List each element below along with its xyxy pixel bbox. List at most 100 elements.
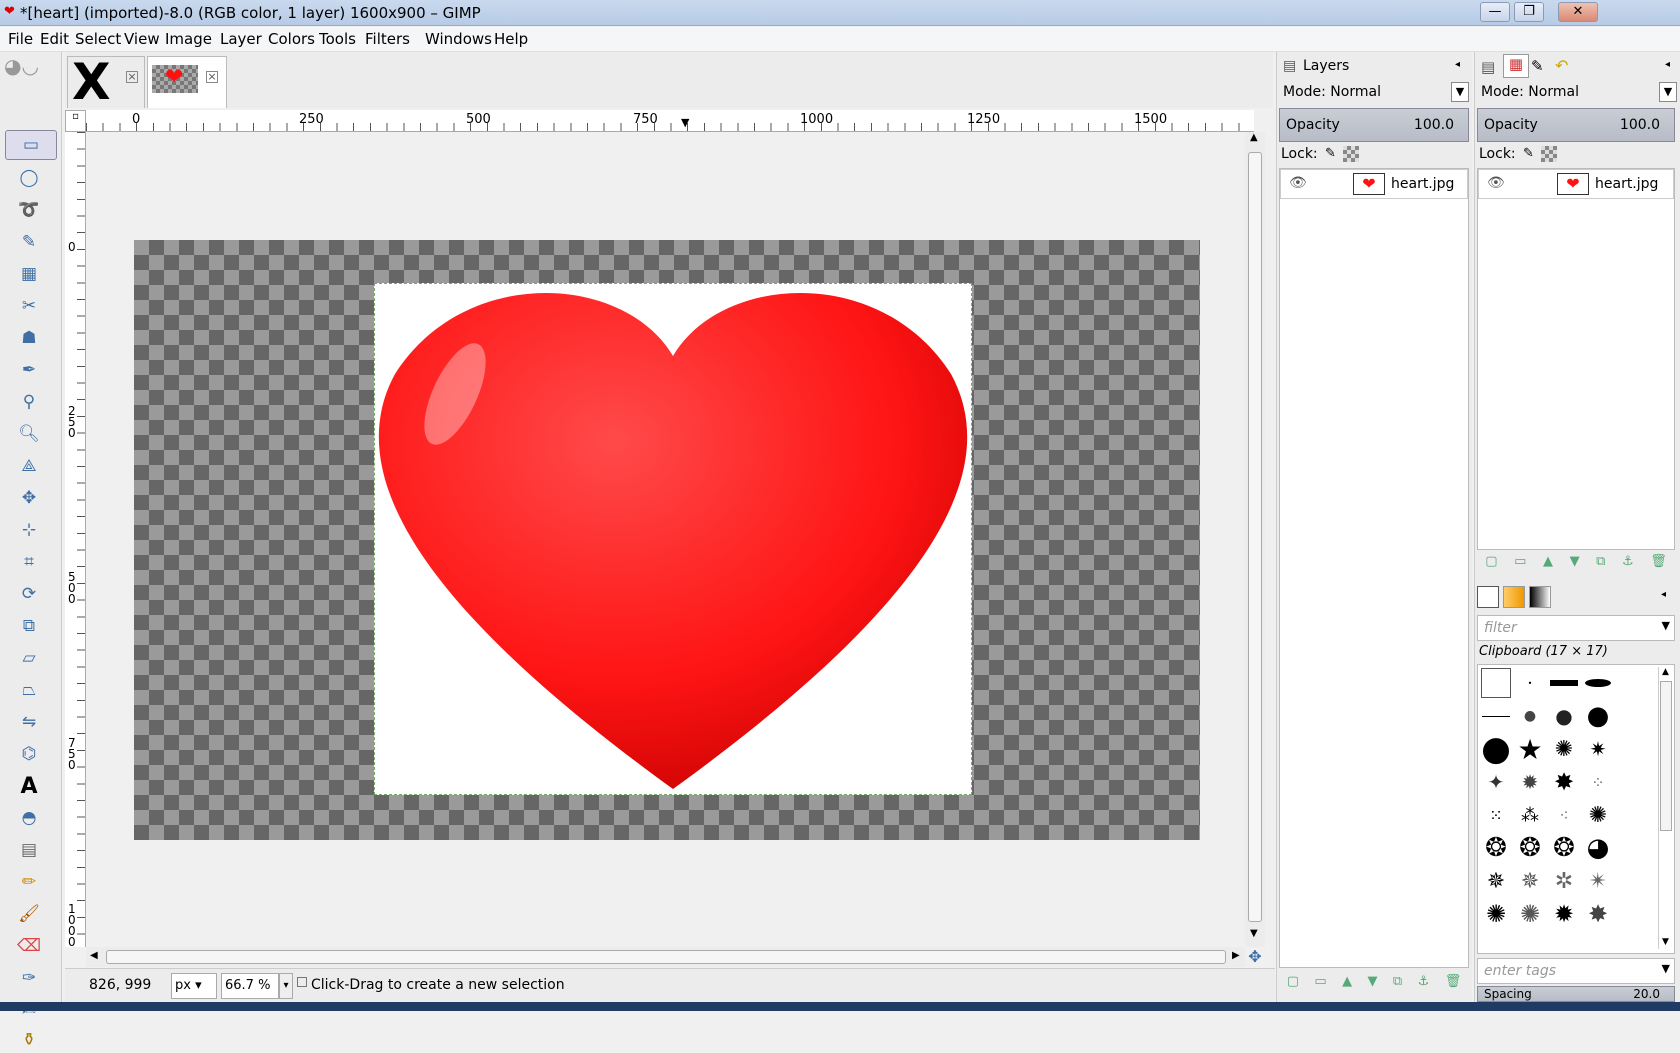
anchor-icon[interactable]: ⚓ bbox=[1418, 974, 1430, 998]
brush-texture[interactable]: ✺ bbox=[1582, 799, 1614, 831]
color-picker-icon[interactable]: ⚲ bbox=[16, 389, 42, 415]
brush-empty[interactable] bbox=[1616, 865, 1648, 897]
brush-grunge[interactable]: ✹ bbox=[1514, 766, 1546, 798]
ruler-corner-menu[interactable]: ▫ bbox=[65, 110, 86, 132]
menu-select[interactable]: Select bbox=[75, 30, 121, 48]
visibility-eye-icon[interactable]: 👁︎ bbox=[1487, 175, 1505, 191]
close-button[interactable]: ✕ bbox=[1558, 2, 1598, 22]
brush-empty[interactable] bbox=[1616, 766, 1648, 798]
brush-sponge[interactable]: ❂ bbox=[1480, 832, 1512, 864]
lock-pixels-icon[interactable]: ✎ bbox=[1325, 146, 1336, 161]
brush-grass[interactable]: ✲ bbox=[1548, 865, 1580, 897]
paths-icon[interactable]: ✒ bbox=[16, 357, 42, 383]
brush-grunge-2[interactable]: ✸ bbox=[1548, 766, 1580, 798]
fuzzy-select-icon[interactable]: ✎ bbox=[16, 229, 42, 255]
brush-filter-input[interactable]: filter ▼ bbox=[1477, 615, 1675, 641]
close-tab-icon[interactable]: × bbox=[126, 71, 138, 83]
brush-scatter-2[interactable]: ⁂ bbox=[1514, 799, 1546, 831]
scroll-down-icon[interactable]: ▼ bbox=[1250, 928, 1258, 939]
foreground-select-icon[interactable]: ☗ bbox=[16, 325, 42, 351]
delete-layer-icon[interactable]: 🗑︎ bbox=[1445, 974, 1462, 998]
brush-scroll-thumb[interactable] bbox=[1660, 681, 1672, 831]
brush-scatter[interactable]: ⁙ bbox=[1480, 799, 1512, 831]
panel-menu-icon[interactable]: ◂ bbox=[1665, 59, 1670, 70]
eraser-icon[interactable]: ⌫ bbox=[16, 933, 42, 959]
close-tab-icon[interactable]: × bbox=[206, 71, 218, 83]
zoom-icon[interactable]: 🔍︎ bbox=[16, 421, 42, 447]
patterns-tab-icon[interactable] bbox=[1503, 586, 1525, 608]
layers-mode-select[interactable]: Mode: Normal ▼ bbox=[1277, 80, 1471, 106]
perspective-icon[interactable]: ⏢ bbox=[16, 677, 42, 703]
mode-dropdown-icon[interactable]: ▼ bbox=[1659, 82, 1677, 102]
visibility-eye-icon[interactable]: 👁︎ bbox=[1289, 175, 1307, 191]
brush-empty[interactable] bbox=[1616, 733, 1648, 765]
menu-file[interactable]: File bbox=[8, 30, 33, 48]
brush-spacing-slider[interactable]: Spacing 20.0 bbox=[1477, 986, 1675, 1002]
duplicate-layer-icon[interactable]: ⧉ bbox=[1596, 554, 1605, 576]
new-group-icon[interactable]: ▭ bbox=[1514, 554, 1526, 576]
horizontal-scrollbar[interactable]: ◀ ▶ bbox=[86, 947, 1245, 967]
ellipse-select-icon[interactable]: ◯ bbox=[16, 165, 42, 191]
new-layer-icon[interactable]: ▢ bbox=[1485, 554, 1497, 576]
vertical-scroll-thumb[interactable] bbox=[1248, 152, 1262, 922]
brush-grass-2[interactable]: ✴ bbox=[1582, 865, 1614, 897]
menu-edit[interactable]: Edit bbox=[40, 30, 69, 48]
delete-layer-icon[interactable]: 🗑︎ bbox=[1650, 554, 1667, 576]
brush-cell-2[interactable]: ✵ bbox=[1514, 865, 1546, 897]
horizontal-scroll-thumb[interactable] bbox=[106, 950, 1226, 964]
image-tab-heart[interactable]: ❤ × bbox=[147, 56, 227, 108]
filter-dropdown-icon[interactable]: ▼ bbox=[1662, 619, 1670, 632]
zoom-dropdown-icon[interactable]: ▾ bbox=[279, 973, 293, 999]
blend-icon[interactable]: ▤ bbox=[16, 837, 42, 863]
lower-layer-icon[interactable]: ▼ bbox=[1368, 974, 1378, 998]
brush-sponge-2[interactable]: ❂ bbox=[1514, 832, 1546, 864]
undo-history-tab-icon[interactable]: ↶ bbox=[1555, 56, 1568, 75]
layer-row[interactable]: 👁︎ ❤ heart.jpg bbox=[1478, 169, 1674, 199]
lock-pixels-icon[interactable]: ✎ bbox=[1523, 146, 1534, 161]
brush-line[interactable] bbox=[1480, 700, 1512, 732]
brush-dots[interactable]: ⁖ bbox=[1548, 799, 1580, 831]
lower-layer-icon[interactable]: ▼ bbox=[1570, 554, 1580, 576]
menu-filters[interactable]: Filters bbox=[365, 30, 410, 48]
scroll-up-icon[interactable]: ▲ bbox=[1662, 667, 1669, 677]
brush-star[interactable]: ★ bbox=[1514, 733, 1546, 766]
brush-sparks[interactable]: ⁘ bbox=[1582, 766, 1614, 798]
brush-fuzzy-medium[interactable]: ● bbox=[1548, 700, 1580, 732]
scroll-right-icon[interactable]: ▶ bbox=[1232, 950, 1240, 961]
scroll-up-icon[interactable]: ▲ bbox=[1250, 132, 1258, 143]
clone-icon[interactable]: ⚱ bbox=[16, 1027, 42, 1053]
menu-help[interactable]: Help bbox=[494, 30, 528, 48]
minimize-button[interactable]: — bbox=[1480, 2, 1510, 22]
maximize-button[interactable]: ❐ bbox=[1514, 2, 1544, 22]
align-icon[interactable]: ⊹ bbox=[16, 517, 42, 543]
brush-ellipse[interactable] bbox=[1582, 667, 1614, 699]
menu-view[interactable]: View bbox=[124, 30, 160, 48]
right-opacity-slider[interactable]: Opacity 100.0 bbox=[1477, 108, 1675, 142]
rotate-icon[interactable]: ⟳ bbox=[16, 581, 42, 607]
channels-tab-icon[interactable]: ▦ bbox=[1503, 54, 1529, 78]
scroll-left-icon[interactable]: ◀ bbox=[90, 950, 98, 961]
menu-layer[interactable]: Layer bbox=[220, 30, 262, 48]
image-tab-x[interactable]: X × bbox=[67, 53, 145, 111]
raise-layer-icon[interactable]: ▲ bbox=[1543, 554, 1553, 576]
lock-alpha-icon[interactable] bbox=[1541, 146, 1557, 162]
raise-layer-icon[interactable]: ▲ bbox=[1342, 974, 1352, 998]
menu-colors[interactable]: Colors bbox=[268, 30, 315, 48]
scale-icon[interactable]: ⧉ bbox=[16, 613, 42, 639]
new-layer-icon[interactable]: ▢ bbox=[1287, 974, 1299, 998]
brush-acrylic-2[interactable]: ✺ bbox=[1514, 898, 1546, 930]
flip-icon[interactable]: ⇋ bbox=[16, 709, 42, 735]
brush-block[interactable] bbox=[1548, 667, 1580, 699]
paintbrush-icon[interactable]: 🖌︎ bbox=[16, 901, 42, 927]
menu-tools[interactable]: Tools bbox=[319, 30, 356, 48]
layers-tab-header[interactable]: ▤ Layers ◂ bbox=[1277, 52, 1473, 80]
brush-grid-scrollbar[interactable]: ▲ ▼ bbox=[1658, 667, 1672, 949]
lock-alpha-icon[interactable] bbox=[1343, 146, 1359, 162]
brush-empty[interactable] bbox=[1616, 700, 1648, 732]
brush-pixel[interactable]: • bbox=[1514, 667, 1546, 699]
brush-sponge-3[interactable]: ❂ bbox=[1548, 832, 1580, 864]
bucket-fill-icon[interactable]: ◓ bbox=[16, 805, 42, 831]
brush-circle[interactable]: ● bbox=[1480, 729, 1512, 769]
duplicate-layer-icon[interactable]: ⧉ bbox=[1393, 974, 1402, 998]
brush-splatter-2[interactable]: ✷ bbox=[1582, 733, 1614, 765]
